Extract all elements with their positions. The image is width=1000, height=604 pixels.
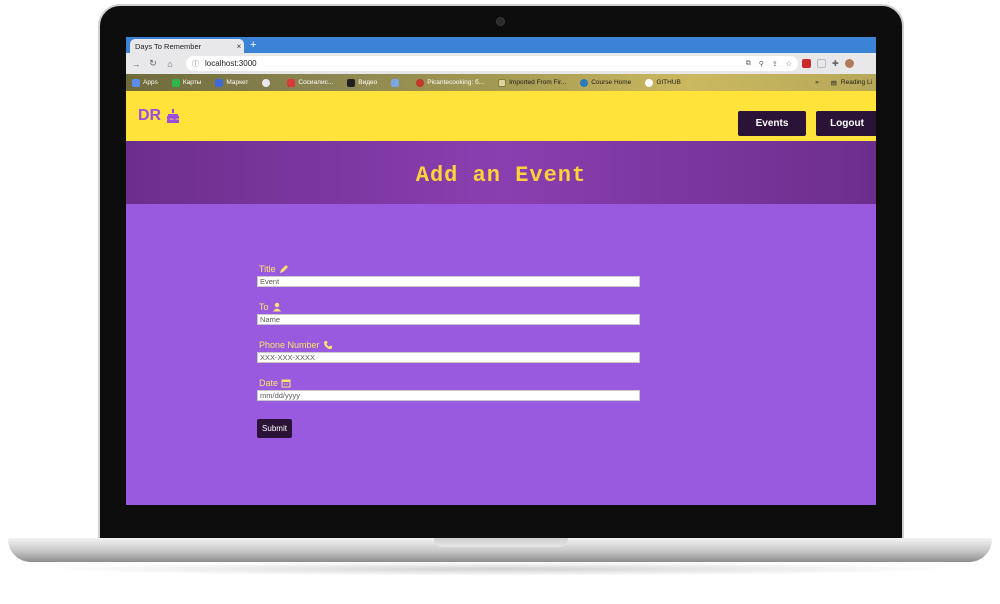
bookmark-item[interactable]: Карты [171,78,201,87]
apps-icon [132,78,140,87]
folder-icon [498,78,507,87]
to-field-group: To Name [257,301,640,325]
more-bookmarks-icon[interactable]: » [815,79,819,86]
tab-title: Days To Remember [135,41,202,51]
bookmark-item[interactable]: Сосиалис... [287,78,333,87]
bookmark-item[interactable]: Видео [347,78,377,87]
address-bar[interactable]: ⓘ localhost:3000 ⧉ ⚲ ⇪ ☆ [186,56,798,71]
submit-button[interactable]: Submit [257,419,292,438]
info-icon[interactable]: ⓘ [192,59,199,69]
event-form: Title Event To Name Phone Number XXX-XXX… [257,263,640,415]
forward-icon[interactable]: → [129,59,143,69]
cake-icon [167,109,180,123]
phone-field-group: Phone Number XXX-XXX-XXXX [257,339,640,363]
course-icon [580,78,589,87]
phone-label: Phone Number [259,339,640,351]
bookmark-item[interactable] [391,78,402,87]
market-icon [215,78,224,87]
hero-banner: Add an Event [126,141,876,204]
to-input[interactable]: Name [257,314,640,325]
bookmark-item[interactable] [262,78,273,87]
title-field-group: Title Event [257,263,640,287]
laptop-shadow [40,562,960,576]
bookmark-item[interactable]: Apps [132,78,158,87]
browser-tab[interactable]: Days To Remember × [130,39,244,53]
pencil-icon [279,265,288,273]
user-icon [272,302,281,312]
new-tab-button[interactable]: + [250,38,256,52]
title-input[interactable]: Event [257,276,640,287]
zoom-icon[interactable]: ⚲ [759,60,764,68]
extension-icon[interactable] [802,59,811,68]
logout-link[interactable]: Logout [816,111,876,136]
app-logo[interactable]: DR [138,107,181,125]
bookmark-item[interactable]: Course Home [580,78,631,87]
home-icon[interactable]: ⌂ [163,59,177,69]
url-text: localhost:3000 [205,59,257,68]
events-link[interactable]: Events [738,111,806,136]
reading-list-label[interactable]: Reading Li [841,79,872,86]
pinterest-icon [416,78,425,87]
browser-toolbar: → ↻ ⌂ ⓘ localhost:3000 ⧉ ⚲ ⇪ ☆ ✚ [126,53,876,74]
calendar-icon [281,379,291,388]
date-label: Date [259,377,640,389]
webcam [497,18,504,25]
laptop-notch [434,538,568,547]
phone-icon [323,341,332,350]
bookmark-item[interactable]: Imported From Fir... [498,78,566,87]
site-icon [262,78,271,87]
date-field-group: Date mm/dd/yyyy [257,377,640,401]
browser-tab-bar: Days To Remember × + [126,37,876,53]
puzzle-icon[interactable]: ✚ [832,59,839,68]
share-icon[interactable]: ⇪ [772,60,778,68]
logo-text: DR [138,107,162,124]
maps-icon [171,78,180,87]
laptop-screen: Days To Remember × + → ↻ ⌂ ⓘ localhost:3… [126,37,876,505]
github-icon [645,78,654,87]
bookmark-item[interactable]: GITHUB [645,78,681,87]
to-label: To [259,301,640,313]
reading-list-icon[interactable]: ▤ [831,79,837,87]
page-title: Add an Event [415,163,587,188]
title-label: Title [259,263,640,275]
bookmark-item[interactable]: Маркет [215,78,248,87]
bookmark-star-icon[interactable]: ☆ [786,60,792,68]
bookmarks-bar: Apps Карты Маркет Сосиалис... Видео Pica… [126,74,876,91]
social-icon [287,78,296,87]
video-icon [347,78,356,87]
phone-input[interactable]: XXX-XXX-XXXX [257,352,640,363]
extensions-area: ✚ [802,56,854,71]
close-icon[interactable]: × [234,42,244,51]
reload-icon[interactable]: ↻ [146,58,160,69]
avatar[interactable] [844,59,854,68]
extension-icon[interactable] [817,59,826,68]
open-external-icon[interactable]: ⧉ [746,60,751,68]
date-input[interactable]: mm/dd/yyyy [257,390,640,401]
bookmarks-right: » ▤ Reading Li [815,74,876,91]
bookmark-item[interactable]: Picantecooking: б... [416,78,484,87]
site-icon [391,78,400,87]
app-navbar: DR Events Logout [126,91,876,141]
